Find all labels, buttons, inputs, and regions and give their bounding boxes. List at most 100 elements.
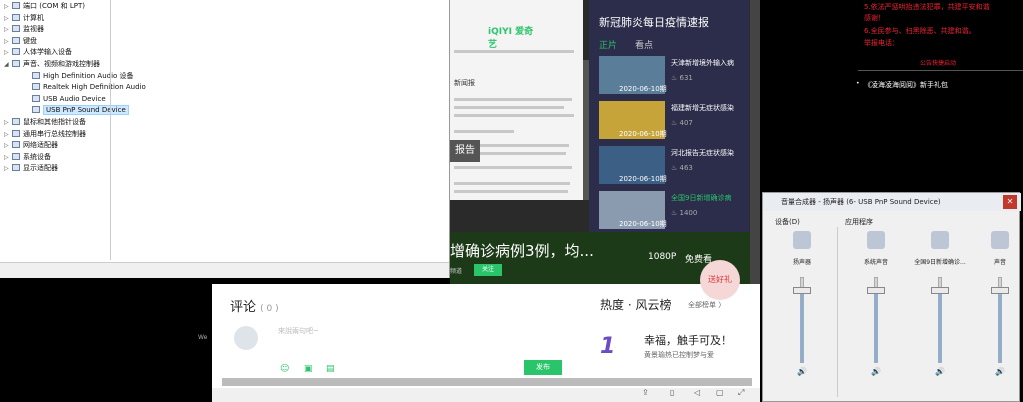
news-item[interactable]: 2020-06-10期 全国9日新增确诊病 ♨ 1400 (599, 191, 749, 229)
expand-icon[interactable]: ▷ (4, 140, 12, 151)
horizontal-scrollbar[interactable] (0, 262, 449, 278)
news-play-count: ♨ 631 (671, 74, 693, 82)
all-rankings-link[interactable]: 全部榜单 〉 (688, 300, 725, 310)
trash-icon[interactable]: ▯ (670, 388, 674, 397)
news-title[interactable]: 河北报告无症状感染 (671, 148, 749, 158)
news-date: 2020-06-10期 (619, 220, 667, 228)
device-tree-item[interactable]: ▷ 计算机 (4, 13, 44, 24)
device-tree-item[interactable]: USB PnP Sound Device (24, 105, 129, 116)
speaker-icon[interactable]: 🔊 (797, 367, 807, 376)
close-icon[interactable]: ✕ (1003, 195, 1017, 209)
device-icon (12, 13, 20, 21)
expand-icon[interactable]: ▷ (4, 24, 12, 35)
volume-icon[interactable]: ◁ (694, 388, 700, 397)
window-icon[interactable]: ▢ (716, 388, 724, 397)
hot-item-title[interactable]: 幸福，触手可及！ (644, 332, 732, 348)
news-item[interactable]: 2020-06-10期 河北报告无症状感染 ♨ 463 (599, 146, 749, 184)
tab-highlights[interactable]: 看点 (635, 38, 653, 51)
image-icon[interactable]: ▣ (304, 364, 313, 374)
device-tree-item[interactable]: ▷ 端口 (COM 和 LPT) (4, 1, 85, 12)
send-button[interactable]: 发布 (524, 360, 562, 375)
mixer-channel: 系统声音 🔊 (845, 227, 907, 397)
device-icon (32, 83, 40, 91)
notice-shortcut[interactable]: 公告快捷启动 (920, 58, 956, 67)
device-tree-label: 系统设备 (23, 152, 51, 161)
expand-icon[interactable]: ▷ (4, 36, 12, 47)
side-tag: 报告 (450, 140, 480, 162)
device-tree-label: USB PnP Sound Device (43, 105, 129, 116)
video-page: iQIYI 爱奇艺 新闻报 新冠肺炎每日疫情速报 正片 看点 2020-06-1… (450, 0, 760, 285)
mixer-channel: 全国9日新增确诊... 🔊 (909, 227, 971, 397)
volume-slider-thumb[interactable] (793, 287, 811, 294)
news-date: 2020-06-10期 (619, 130, 667, 138)
device-tree-item[interactable]: USB Audio Device (24, 94, 106, 105)
gift-pack-link[interactable]: 《凌海凌海阅阅》新手礼包 (864, 80, 948, 90)
device-tree-label: 通用串行总线控制器 (23, 129, 86, 138)
volume-slider-thumb[interactable] (991, 287, 1009, 294)
news-count: 463 (679, 164, 693, 172)
device-tree-item[interactable]: ▷ 键盘 (4, 36, 37, 47)
pane-divider[interactable] (110, 0, 111, 260)
device-tree-item[interactable]: ▷ 通用串行总线控制器 (4, 129, 86, 140)
app-icon (991, 231, 1009, 249)
device-icon (12, 118, 20, 125)
comment-section: 评论 ( 0 ) 來說兩句吧~ ☺ ▣ ▤ 发布 热度 · 风云榜 全部榜单 〉… (212, 284, 760, 402)
volume-slider-thumb[interactable] (867, 287, 885, 294)
fullscreen-icon[interactable]: ⤢ (738, 388, 744, 398)
expand-icon[interactable]: ▷ (4, 117, 12, 128)
device-tree-item[interactable]: ▷ 鼠标和其他指针设备 (4, 117, 86, 128)
expand-icon[interactable]: ▷ (4, 152, 12, 163)
device-tree-item[interactable]: High Definition Audio 设备 (24, 71, 134, 82)
device-tree-item[interactable]: Realtek High Definition Audio (24, 82, 146, 93)
news-item[interactable]: 2020-06-10期 福建新增无症状感染 ♨ 407 (599, 101, 749, 139)
page-scrollbar[interactable] (750, 0, 760, 285)
episode-panel: 新冠肺炎每日疫情速报 正片 看点 2020-06-10期 天津新增境外输入病 ♨ 6… (589, 0, 749, 232)
follow-button[interactable]: 关注 (474, 264, 502, 276)
share-icon[interactable]: ⇪ (642, 388, 649, 397)
speaker-icon[interactable]: 🔊 (935, 367, 945, 376)
app-icon (867, 231, 885, 249)
mixer-channel: 扬声器 🔊 (771, 227, 833, 397)
expand-icon[interactable]: ▷ (4, 13, 12, 24)
news-title[interactable]: 福建新增无症状感染 (671, 103, 749, 113)
comment-input[interactable]: 來說兩句吧~ (278, 326, 319, 336)
device-tree-item[interactable]: ▷ 系统设备 (4, 152, 51, 163)
gif-icon[interactable]: ▤ (326, 364, 335, 374)
device-tree-item[interactable]: ◢ 声音、视频和游戏控制器 (4, 59, 100, 70)
iqiyi-logo: iQIYI 爱奇艺 (488, 27, 534, 50)
device-tree-label: 声音、视频和游戏控制器 (23, 60, 100, 68)
device-tree-label: USB Audio Device (43, 94, 106, 103)
resolution-button[interactable]: 1080P (648, 252, 676, 262)
mixer-title: 音量合成器 - 扬声器 (6- USB PnP Sound Device) (763, 193, 1021, 211)
avatar (234, 326, 258, 350)
device-tree-item[interactable]: ▷ 人体学输入设备 (4, 47, 72, 58)
device-tree-label: 计算机 (23, 13, 44, 22)
notice-line-4: 举报电话： (864, 39, 899, 47)
device-icon (12, 25, 20, 33)
expand-icon[interactable]: ▷ (4, 129, 12, 140)
channel-label: 扬声器 (792, 259, 811, 266)
tab-feature[interactable]: 正片 (599, 38, 617, 51)
expand-icon[interactable]: ▷ (4, 1, 12, 12)
news-title[interactable]: 全国9日新增确诊病 (671, 193, 749, 203)
device-tree-item[interactable]: ▷ 显示适配器 (4, 163, 58, 174)
expand-icon[interactable]: ▷ (4, 47, 12, 58)
app-icon (793, 231, 811, 249)
device-tree-item[interactable]: ▷ 监视器 (4, 24, 44, 35)
speaker-icon[interactable]: 🔊 (995, 367, 1005, 376)
site-watermark: 583go.com (930, 380, 999, 393)
fire-icon: ♨ (671, 209, 680, 217)
speaker-icon[interactable]: 🔊 (871, 367, 881, 376)
news-play-count: ♨ 463 (671, 164, 693, 172)
volume-slider-thumb[interactable] (931, 287, 949, 294)
device-tree-item[interactable]: ▷ 网络适配器 (4, 140, 58, 151)
emoji-icon[interactable]: ☺ (280, 364, 289, 374)
news-title[interactable]: 天津新增境外输入病 (671, 58, 749, 68)
device-icon (12, 129, 20, 137)
device-tree-label: 端口 (COM 和 LPT) (23, 2, 85, 10)
expand-icon[interactable]: ▷ (4, 163, 12, 174)
collapse-icon[interactable]: ◢ (4, 59, 12, 70)
news-item[interactable]: 2020-06-10期 天津新增境外输入病 ♨ 631 (599, 56, 749, 94)
promo-badge[interactable]: 送好礼 (700, 260, 740, 300)
horizontal-scrollbar[interactable] (222, 378, 752, 386)
